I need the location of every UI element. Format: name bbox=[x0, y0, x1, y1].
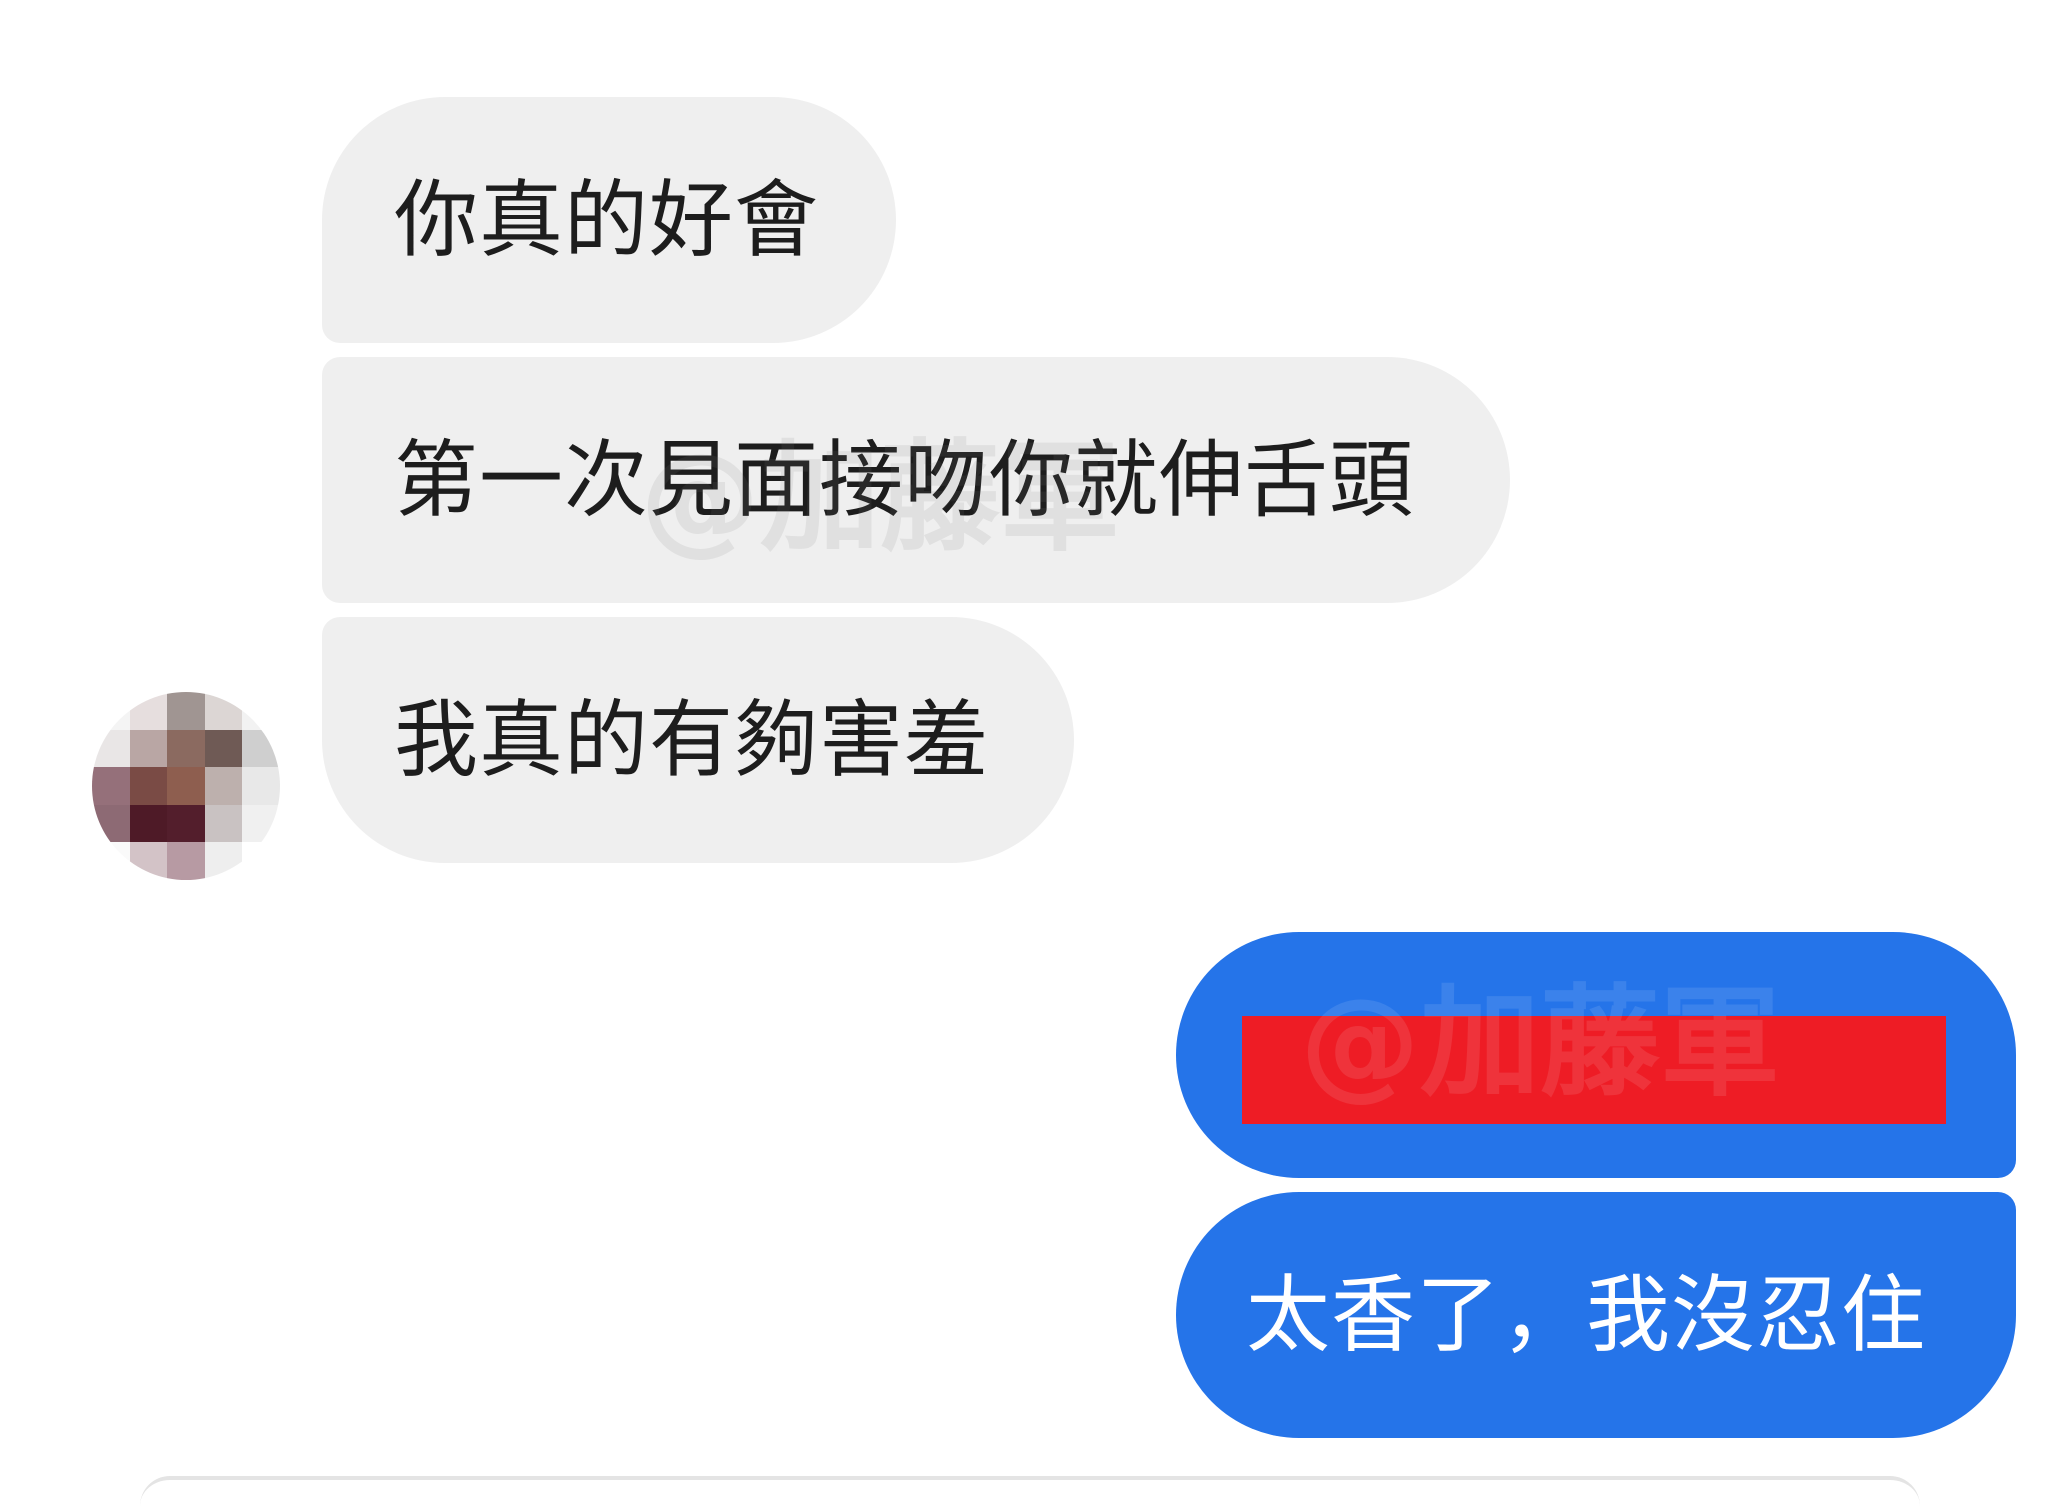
message-text: 你真的好會 bbox=[394, 171, 820, 269]
redaction-box bbox=[1242, 1016, 1946, 1124]
chat-thread: 你真的好會 第一次見面接吻你就伸舌頭 我真的有夠害羞 太香了，我沒忍住 @加藤軍… bbox=[0, 0, 2048, 1485]
incoming-message-bubble[interactable]: 你真的好會 bbox=[322, 97, 896, 343]
message-text: 我真的有夠害羞 bbox=[394, 691, 990, 789]
outgoing-message-bubble[interactable]: 太香了，我沒忍住 bbox=[1176, 1192, 2016, 1438]
composer-edge bbox=[140, 1476, 1920, 1510]
message-text: 太香了，我沒忍住 bbox=[1246, 1266, 1927, 1364]
incoming-message-bubble[interactable]: 第一次見面接吻你就伸舌頭 bbox=[322, 357, 1510, 603]
contact-avatar[interactable] bbox=[92, 692, 280, 880]
incoming-message-bubble[interactable]: 我真的有夠害羞 bbox=[322, 617, 1074, 863]
message-text: 第一次見面接吻你就伸舌頭 bbox=[394, 431, 1415, 529]
